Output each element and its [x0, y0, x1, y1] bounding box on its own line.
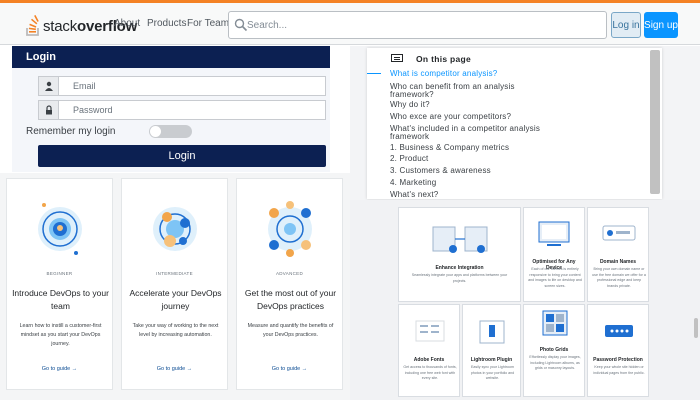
search-icon [234, 18, 248, 32]
toc-item[interactable]: 3. Customers & awareness [390, 167, 491, 175]
toc-item[interactable]: What's next? [390, 191, 438, 199]
card-title: Get the most out of your DevOps practice… [244, 288, 337, 311]
feature-card-any-device: Optimised for Any Device Each of our the… [523, 207, 585, 302]
guide-card-beginner[interactable]: BEGINNER Introduce DevOps to your team L… [6, 178, 113, 390]
feature-description: Each of our themes is entirely responsiv… [528, 267, 582, 288]
integration-icon [432, 226, 488, 253]
password-field[interactable] [73, 101, 313, 119]
card-level: INTERMEDIATE [156, 271, 193, 276]
feature-description: Get access to thousands of fonts, includ… [403, 365, 457, 380]
go-to-guide-link[interactable]: Go to guide → [237, 366, 342, 372]
on-this-page-panel: On this page What is competitor analysis… [367, 48, 662, 199]
toc-title: On this page [416, 54, 472, 64]
card-description: Learn how to instill a customer-first mi… [19, 323, 102, 347]
card-description: Take your way of working to the next lev… [132, 323, 219, 338]
top-bar: stackoverflow About Products For Teams L… [0, 0, 700, 45]
feature-title: Enhance Integration [435, 265, 484, 271]
feature-card-domain-names: Domain Names Bring your own domain name … [587, 207, 649, 302]
toc-item[interactable]: framework [390, 133, 429, 141]
email-field-wrapper [38, 76, 326, 96]
search-input[interactable] [247, 12, 597, 38]
feature-description: Keep your whole site hidden or individua… [593, 365, 645, 375]
toc-item[interactable]: Why do it? [390, 101, 430, 109]
domain-icon [602, 225, 636, 241]
feature-title: Lightroom Plugin [470, 357, 513, 363]
beginner-illustration-icon [38, 203, 82, 255]
toc-item[interactable]: 1. Business & Company metrics [390, 144, 509, 152]
toc-item[interactable]: What is competitor analysis? [390, 70, 497, 78]
login-submit-button[interactable]: Login [38, 145, 326, 167]
feature-card-adobe-fonts: Adobe Fonts Get access to thousands of f… [398, 304, 460, 397]
toc-item[interactable]: framework? [390, 91, 434, 99]
feature-description: Bring your own domain name or use the fr… [592, 267, 646, 288]
signup-button[interactable]: Sign up [644, 12, 678, 38]
login-title: Login [12, 46, 330, 68]
lightroom-icon [479, 320, 505, 344]
intermediate-illustration-icon [153, 207, 197, 251]
feature-description: Effortlessly display your images, includ… [529, 355, 581, 370]
password-icon [605, 325, 633, 337]
card-description: Measure and quantify the benefits of you… [247, 323, 334, 338]
feature-card-password-protection: Password Protection Keep your whole site… [587, 304, 649, 397]
nav-about[interactable]: About [114, 18, 140, 29]
devices-icon [538, 221, 570, 246]
toc-item[interactable]: Who exce are your competitors? [390, 113, 511, 121]
card-title: Accelerate your DevOps journey [129, 288, 222, 311]
guide-card-intermediate[interactable]: INTERMEDIATE Accelerate your DevOps jour… [121, 178, 228, 390]
feature-title: Photo Grids [539, 347, 569, 353]
toc-scrollbar[interactable] [650, 50, 660, 194]
guide-card-advanced[interactable]: ADVANCED Get the most out of your DevOps… [236, 178, 343, 390]
login-panel: Login Remember my login Login [12, 46, 330, 172]
toc-item[interactable]: 4. Marketing [390, 179, 436, 187]
toggle-knob [150, 126, 161, 137]
lock-icon [39, 101, 59, 119]
advanced-illustration-icon [268, 201, 312, 257]
list-icon [391, 54, 403, 62]
feature-card-photo-grids: Photo Grids Effortlessly display your im… [523, 304, 585, 397]
go-to-guide-link[interactable]: Go to guide → [122, 366, 227, 372]
search-box[interactable] [228, 11, 607, 39]
feature-description: Seamlessly integrate your apps and platf… [411, 273, 508, 283]
nav-products[interactable]: Products [147, 18, 186, 29]
feature-card-enhance-integration: Enhance Integration Seamlessly integrate… [398, 207, 521, 302]
card-level: ADVANCED [275, 271, 304, 276]
feature-title: Password Protection [593, 357, 643, 363]
feature-card-lightroom-plugin: Lightroom Plugin Easily sync your Lightr… [462, 304, 521, 397]
feature-title: Domain Names [599, 259, 637, 265]
toc-active-indicator [367, 73, 381, 74]
go-to-guide-link[interactable]: Go to guide → [7, 366, 112, 372]
stack-logo-icon [26, 14, 39, 36]
nav-for-teams[interactable]: For Teams [187, 18, 234, 29]
fonts-icon [415, 320, 445, 342]
toc-item[interactable]: 2. Product [390, 155, 428, 163]
feature-description: Easily sync your Lightroom photos in you… [470, 365, 515, 380]
remember-label: Remember my login [26, 126, 116, 137]
remember-toggle[interactable] [149, 125, 192, 138]
card-title: Introduce DevOps to your team [12, 288, 109, 311]
login-button[interactable]: Log in [611, 12, 641, 38]
user-icon [39, 77, 59, 95]
password-field-wrapper [38, 100, 326, 120]
page-scrollbar[interactable] [694, 318, 698, 338]
feature-title: Adobe Fonts [413, 357, 445, 363]
card-level: BEGINNER [46, 271, 73, 276]
photo-grid-icon [542, 310, 568, 336]
email-field[interactable] [73, 77, 313, 95]
